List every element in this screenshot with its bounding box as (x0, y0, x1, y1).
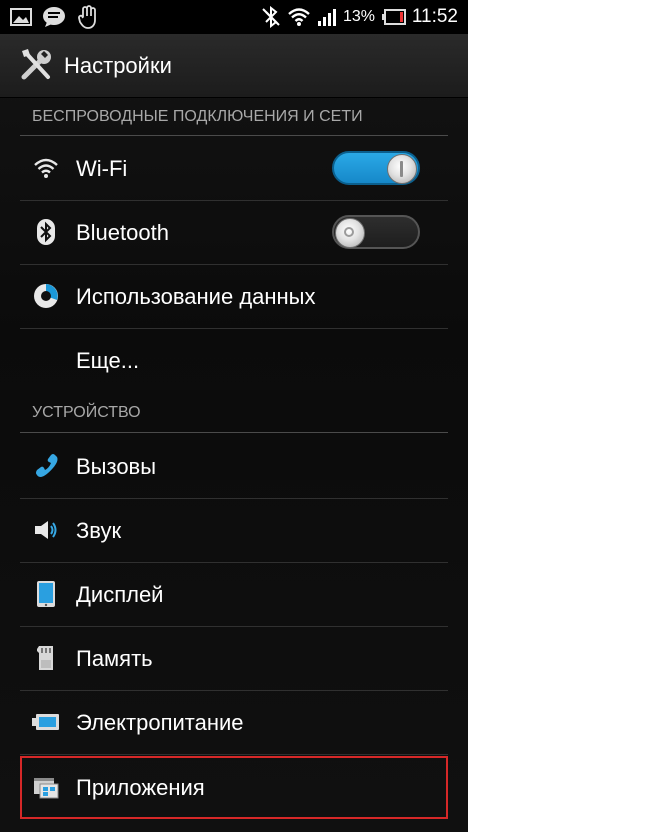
settings-item-data-usage[interactable]: Использование данных (20, 265, 448, 328)
section-divider (20, 135, 448, 136)
display-icon (32, 580, 60, 608)
settings-item-power[interactable]: Электропитание (20, 691, 448, 754)
settings-item-label: Электропитание (76, 710, 244, 735)
settings-item-display[interactable]: Дисплей (20, 563, 448, 626)
battery-icon (32, 708, 60, 736)
settings-item-label: Wi-Fi (76, 156, 128, 181)
wifi-toggle[interactable] (332, 151, 420, 185)
toggle-knob (387, 154, 417, 184)
gallery-icon (8, 0, 34, 34)
wifi-icon (32, 154, 60, 182)
settings-item-calls[interactable]: Вызовы (20, 435, 448, 498)
settings-item-bluetooth[interactable]: Bluetooth (20, 201, 448, 264)
bluetooth-toggle[interactable] (332, 215, 420, 249)
phone-icon (32, 452, 60, 480)
bluetooth-off-icon (258, 0, 284, 34)
settings-item-label: Приложения (76, 775, 205, 800)
battery-icon (381, 0, 407, 34)
section-divider (20, 432, 448, 433)
settings-item-label: Память (76, 646, 153, 671)
settings-item-label: Звук (76, 518, 122, 543)
status-time: 11:52 (411, 6, 458, 27)
bluetooth-icon (32, 218, 60, 246)
settings-item-label: Bluetooth (76, 220, 169, 245)
settings-item-memory[interactable]: Память (20, 627, 448, 690)
sd-card-icon (32, 644, 60, 672)
toggle-knob (335, 218, 365, 248)
battery-percent: 13% (343, 8, 376, 25)
settings-item-more[interactable]: Еще... (20, 329, 448, 392)
tools-icon[interactable] (18, 47, 54, 83)
chat-icon (40, 0, 68, 34)
speaker-icon (32, 516, 60, 544)
data-usage-icon (32, 282, 60, 310)
page-title: Настройки (64, 53, 172, 78)
settings-item-sound[interactable]: Звук (20, 499, 448, 562)
settings-item-label: Использование данных (76, 284, 316, 309)
wifi-icon (286, 0, 312, 34)
action-bar: Настройки (0, 34, 468, 98)
gesture-icon (74, 0, 102, 34)
section-header-device: УСТРОЙСТВО (32, 404, 141, 421)
apps-icon (32, 773, 60, 801)
status-bar: 13% 11:52 (0, 0, 468, 34)
settings-item-wifi[interactable]: Wi-Fi (20, 137, 448, 200)
settings-item-apps[interactable]: Приложения (20, 756, 448, 819)
signal-icon (316, 0, 340, 34)
settings-item-label: Вызовы (76, 454, 157, 479)
section-header-wireless: БЕСПРОВОДНЫЕ ПОДКЛЮЧЕНИЯ И СЕТИ (32, 108, 363, 125)
settings-item-label: Еще... (76, 348, 140, 373)
row-divider (20, 754, 448, 755)
phone-screen: 13% 11:52 Настройки БЕСПРОВОДНЫЕ ПОДКЛЮЧ… (0, 0, 468, 832)
settings-item-label: Дисплей (76, 582, 164, 607)
